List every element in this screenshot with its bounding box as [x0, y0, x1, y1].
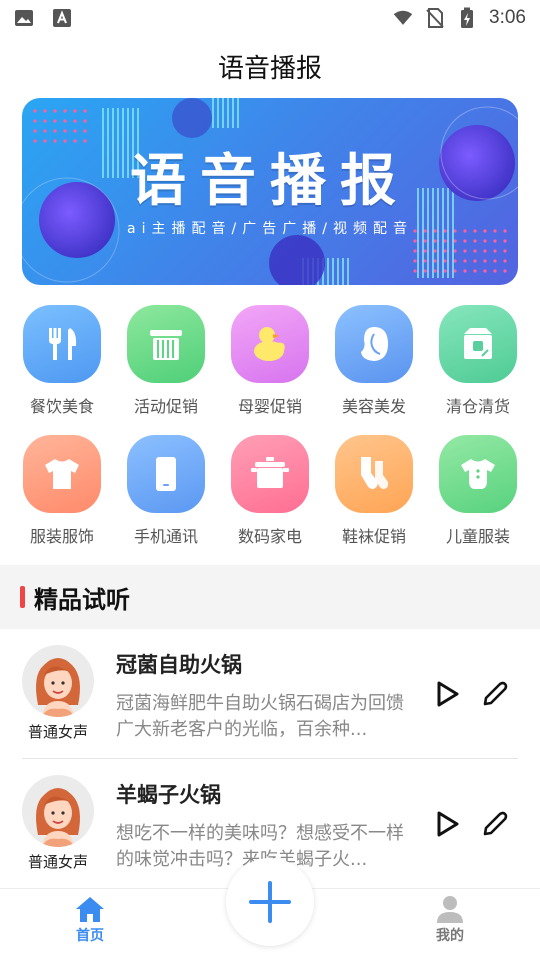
- category-label: 活动促销: [133, 397, 198, 416]
- category-appliance[interactable]: 数码家电: [230, 435, 310, 547]
- page-title: 语音播报: [217, 54, 322, 84]
- category-label: 手机通讯: [133, 527, 198, 546]
- section-accent-bar: [20, 586, 25, 608]
- cutlery-icon: [23, 305, 101, 383]
- pencil-icon: [483, 811, 508, 836]
- category-label: 美容美发: [341, 397, 406, 416]
- edit-button[interactable]: [480, 679, 510, 709]
- category-mobile[interactable]: 手机通讯: [126, 435, 206, 547]
- voice-type-label: 普通女声: [27, 723, 88, 741]
- tshirt-icon: [23, 435, 101, 513]
- category-shoes-socks[interactable]: 鞋袜促销: [334, 435, 414, 547]
- category-grid: 餐饮美食 活动促销 母婴促销 美容美发 清仓清货 服装服饰 手机通讯 数码家电 …: [0, 305, 540, 565]
- pot-icon: [231, 435, 309, 513]
- avatar: [22, 775, 94, 847]
- gift-box-icon: [127, 305, 205, 383]
- status-bar: 3:06: [0, 0, 540, 36]
- play-button[interactable]: [432, 679, 462, 709]
- avatar: [22, 645, 94, 717]
- font-icon: [52, 9, 72, 27]
- edit-button[interactable]: [480, 809, 510, 839]
- nav-profile-label: 我的: [436, 928, 464, 944]
- battery-charging-icon: [457, 7, 477, 28]
- pencil-icon: [483, 681, 508, 706]
- voice-type-label: 普通女声: [27, 853, 88, 871]
- category-maternal-baby[interactable]: 母婴促销: [230, 305, 310, 417]
- category-clearance[interactable]: 清仓清货: [438, 305, 518, 417]
- category-kids-clothing[interactable]: 儿童服装: [438, 435, 518, 547]
- category-apparel[interactable]: 服装服饰: [22, 435, 102, 547]
- category-label: 服装服饰: [29, 527, 94, 546]
- face-icon: [335, 305, 413, 383]
- home-icon: [76, 897, 104, 922]
- category-label: 母婴促销: [237, 397, 302, 416]
- no-sim-icon: [425, 8, 445, 28]
- wifi-icon: [393, 9, 413, 27]
- list-item[interactable]: 普通女声 冠菌自助火锅 冠菌海鲜肥牛自助火锅石碣店为回馈广大新老客户的光临，百余…: [22, 629, 518, 759]
- clearance-box-icon: [439, 305, 517, 383]
- category-label: 清仓清货: [445, 397, 510, 416]
- item-title: 羊蝎子火锅: [116, 783, 221, 807]
- nav-home-label: 首页: [76, 928, 104, 944]
- image-icon: [14, 9, 34, 27]
- play-button[interactable]: [432, 809, 462, 839]
- nav-home[interactable]: 首页: [50, 895, 130, 945]
- section-header: 精品试听: [0, 565, 540, 629]
- user-icon: [437, 896, 463, 923]
- play-icon: [437, 681, 459, 707]
- add-button[interactable]: [226, 858, 314, 946]
- item-description: 冠菌海鲜肥牛自助火锅石碣店为回馈广大新老客户的光临，百余种...: [116, 693, 404, 740]
- item-title: 冠菌自助火锅: [116, 653, 242, 677]
- sock-icon: [335, 435, 413, 513]
- duck-icon: [231, 305, 309, 383]
- category-label: 数码家电: [237, 527, 302, 546]
- play-icon: [437, 811, 459, 837]
- banner-title: 语音播报: [130, 149, 410, 214]
- category-beauty-hair[interactable]: 美容美发: [334, 305, 414, 417]
- category-catering[interactable]: 餐饮美食: [22, 305, 102, 417]
- category-label: 鞋袜促销: [341, 527, 406, 546]
- nav-profile[interactable]: 我的: [410, 895, 490, 945]
- plus-icon: [249, 881, 291, 923]
- phone-icon: [127, 435, 205, 513]
- category-event-promo[interactable]: 活动促销: [126, 305, 206, 417]
- clock: 3:06: [489, 7, 526, 28]
- promo-banner[interactable]: 语音播报 ai主播配音/广告广播/视频配音: [22, 98, 518, 285]
- section-title: 精品试听: [34, 585, 130, 614]
- banner-subtitle: ai主播配音/广告广播/视频配音: [127, 221, 413, 237]
- baby-clothes-icon: [439, 435, 517, 513]
- category-label: 餐饮美食: [29, 397, 94, 416]
- sample-list: 普通女声 冠菌自助火锅 冠菌海鲜肥牛自助火锅石碣店为回馈广大新老客户的光临，百余…: [0, 629, 540, 889]
- category-label: 儿童服装: [445, 527, 510, 546]
